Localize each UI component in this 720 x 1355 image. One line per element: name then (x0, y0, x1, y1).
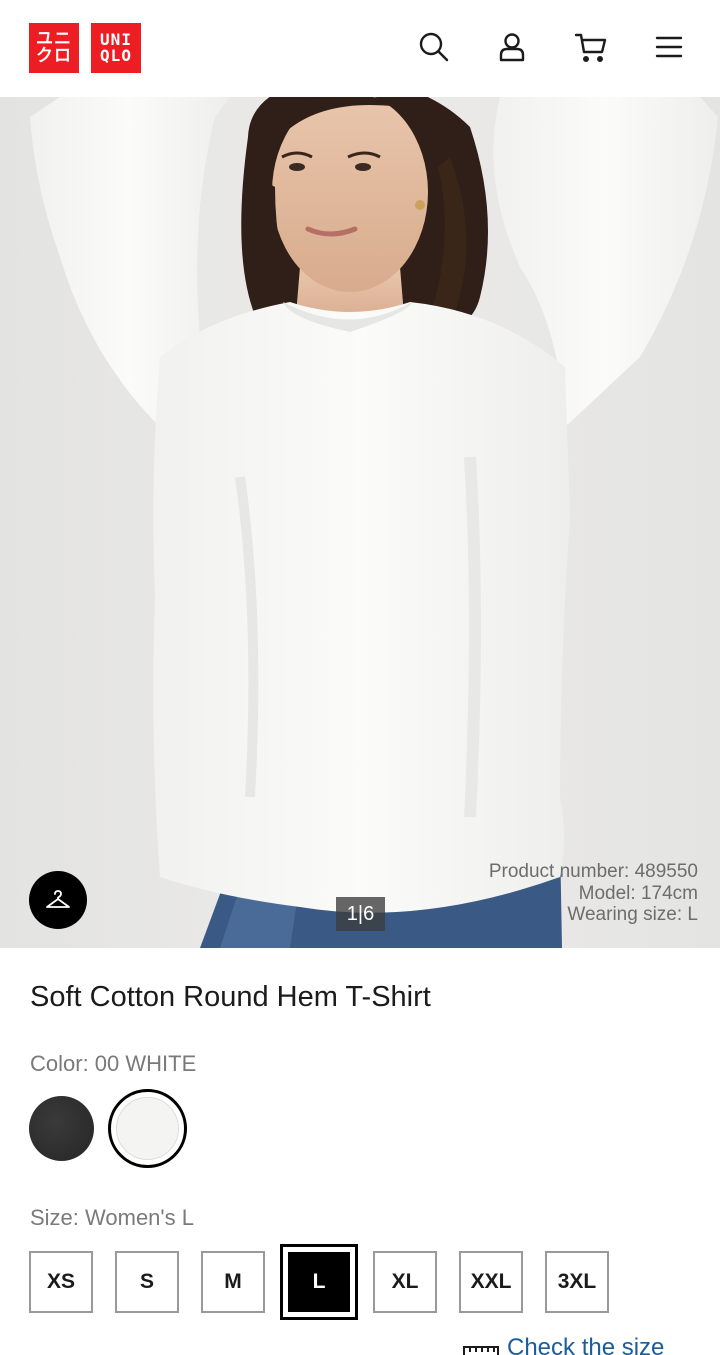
menu-icon[interactable] (649, 27, 689, 67)
product-number: Product number: 489550 (488, 861, 698, 882)
size-button-xxl[interactable]: XXL (459, 1251, 523, 1313)
size-button-l-selected[interactable]: L (280, 1244, 358, 1320)
color-swatch-white-selected[interactable] (108, 1089, 187, 1168)
color-swatch-black[interactable] (29, 1096, 94, 1161)
size-button-s[interactable]: S (115, 1251, 179, 1313)
logo-latin-block: UNI QLO (91, 23, 141, 73)
product-meta-overlay: Product number: 489550 Model: 174cm Wear… (489, 861, 698, 926)
wearing-size: Wearing size: L (567, 904, 698, 925)
ruler-icon (463, 1346, 499, 1355)
search-icon[interactable] (414, 27, 454, 67)
size-label: Size: Women's L (30, 1205, 194, 1230)
color-label: Color: 00 WHITE (30, 1051, 197, 1076)
color-swatch-white-fill (116, 1097, 179, 1160)
site-header: ユニ クロ UNI QLO (0, 0, 720, 97)
check-size-link[interactable]: Check the size (463, 1334, 664, 1355)
hanger-icon[interactable] (29, 871, 87, 929)
model-height: Model: 174cm (578, 882, 698, 904)
cart-icon[interactable] (571, 27, 611, 67)
size-button-xs[interactable]: XS (29, 1251, 93, 1313)
product-image-gallery[interactable] (0, 97, 720, 948)
size-button-xl[interactable]: XL (373, 1251, 437, 1313)
account-icon[interactable] (492, 27, 532, 67)
product-photo (30, 97, 718, 948)
size-button-3xl[interactable]: 3XL (545, 1251, 609, 1313)
check-size-label: Check the size (507, 1334, 665, 1355)
uniqlo-logo[interactable]: ユニ クロ UNI QLO (29, 23, 141, 73)
gallery-page-indicator: 1|6 (336, 897, 385, 931)
size-button-m[interactable]: M (201, 1251, 265, 1313)
product-title: Soft Cotton Round Hem T-Shirt (30, 981, 431, 1013)
size-button-l-label: L (288, 1252, 350, 1312)
logo-katakana-block: ユニ クロ (29, 23, 79, 73)
